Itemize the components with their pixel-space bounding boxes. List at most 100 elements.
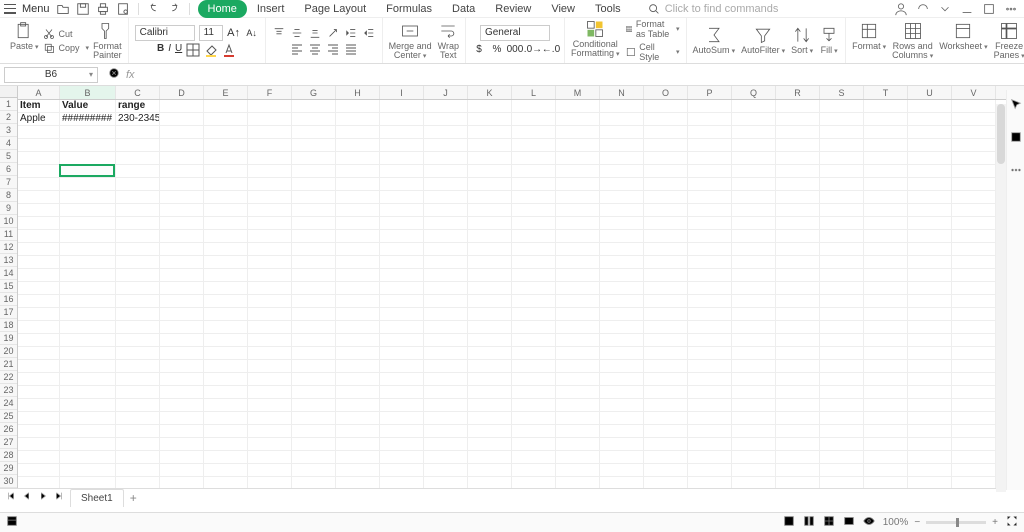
- cell[interactable]: [512, 178, 556, 190]
- cell[interactable]: [336, 451, 380, 463]
- fullscreen-icon[interactable]: [1006, 515, 1018, 530]
- cell[interactable]: [556, 165, 600, 177]
- cell[interactable]: [60, 308, 116, 320]
- column-header[interactable]: G: [292, 86, 336, 99]
- cell[interactable]: [864, 100, 908, 112]
- cell[interactable]: [600, 386, 644, 398]
- cell[interactable]: [336, 477, 380, 488]
- cell[interactable]: [688, 165, 732, 177]
- cell[interactable]: [468, 269, 512, 281]
- cell[interactable]: [864, 347, 908, 359]
- cell[interactable]: [204, 139, 248, 151]
- align-top-icon[interactable]: [272, 26, 286, 40]
- cell[interactable]: [512, 399, 556, 411]
- cell[interactable]: [18, 178, 60, 190]
- cell[interactable]: [644, 152, 688, 164]
- cell[interactable]: [248, 113, 292, 125]
- cell[interactable]: [18, 386, 60, 398]
- cell[interactable]: [160, 256, 204, 268]
- cell[interactable]: [688, 178, 732, 190]
- column-header[interactable]: T: [864, 86, 908, 99]
- cell[interactable]: [18, 139, 60, 151]
- cell[interactable]: [60, 477, 116, 488]
- conditional-formatting-button[interactable]: Conditional Formatting: [571, 19, 620, 62]
- cell[interactable]: [424, 243, 468, 255]
- cell[interactable]: [60, 386, 116, 398]
- tab-next-icon[interactable]: [38, 491, 48, 504]
- decrease-decimal-icon[interactable]: ←.0: [544, 43, 558, 57]
- cell[interactable]: [732, 477, 776, 488]
- cell[interactable]: [468, 178, 512, 190]
- cell[interactable]: [468, 217, 512, 229]
- print-preview-icon[interactable]: [116, 2, 130, 16]
- cell[interactable]: [204, 334, 248, 346]
- cell[interactable]: [160, 100, 204, 112]
- cell[interactable]: [556, 243, 600, 255]
- cell[interactable]: [204, 126, 248, 138]
- view-page-icon[interactable]: [803, 515, 815, 530]
- row-header[interactable]: 4: [0, 137, 17, 150]
- cell[interactable]: [644, 308, 688, 320]
- cell[interactable]: [556, 282, 600, 294]
- cell[interactable]: [908, 165, 952, 177]
- cell[interactable]: [116, 399, 160, 411]
- cell[interactable]: [160, 295, 204, 307]
- cell[interactable]: [204, 113, 248, 125]
- cell[interactable]: [468, 334, 512, 346]
- column-header[interactable]: S: [820, 86, 864, 99]
- cell[interactable]: [512, 347, 556, 359]
- cell[interactable]: [292, 230, 336, 242]
- cell[interactable]: [380, 100, 424, 112]
- cell[interactable]: [248, 438, 292, 450]
- cell[interactable]: [952, 477, 996, 488]
- cell[interactable]: [424, 334, 468, 346]
- cell[interactable]: [732, 217, 776, 229]
- cell[interactable]: [732, 373, 776, 385]
- cell[interactable]: [820, 126, 864, 138]
- cell[interactable]: [18, 230, 60, 242]
- cell[interactable]: [18, 464, 60, 476]
- cell[interactable]: [512, 113, 556, 125]
- cell[interactable]: [424, 451, 468, 463]
- cell[interactable]: [292, 204, 336, 216]
- cell[interactable]: [116, 373, 160, 385]
- cell[interactable]: [732, 412, 776, 424]
- cell[interactable]: [336, 282, 380, 294]
- cell[interactable]: [18, 269, 60, 281]
- row-header[interactable]: 25: [0, 410, 17, 423]
- cell[interactable]: [556, 412, 600, 424]
- cell[interactable]: [732, 152, 776, 164]
- cell-style-button[interactable]: Cell Style: [626, 42, 680, 62]
- cell[interactable]: [732, 113, 776, 125]
- cell[interactable]: [380, 399, 424, 411]
- cell[interactable]: [204, 230, 248, 242]
- cell[interactable]: [776, 373, 820, 385]
- cell[interactable]: [424, 412, 468, 424]
- column-header[interactable]: K: [468, 86, 512, 99]
- cell[interactable]: [776, 282, 820, 294]
- cell[interactable]: [18, 295, 60, 307]
- cell[interactable]: [952, 243, 996, 255]
- row-header[interactable]: 28: [0, 449, 17, 462]
- cell[interactable]: [908, 295, 952, 307]
- cell[interactable]: [292, 360, 336, 372]
- cell[interactable]: [644, 256, 688, 268]
- cell[interactable]: [60, 191, 116, 203]
- cell[interactable]: [248, 204, 292, 216]
- bold-button[interactable]: B: [157, 43, 164, 57]
- cell[interactable]: [908, 373, 952, 385]
- cell[interactable]: [864, 373, 908, 385]
- cell[interactable]: [644, 126, 688, 138]
- tab-insert[interactable]: Insert: [247, 0, 295, 18]
- cell[interactable]: [336, 230, 380, 242]
- tab-last-icon[interactable]: [54, 491, 64, 504]
- row-header[interactable]: 15: [0, 280, 17, 293]
- cell[interactable]: [18, 425, 60, 437]
- cell[interactable]: [512, 321, 556, 333]
- cell[interactable]: [908, 334, 952, 346]
- row-header[interactable]: 30: [0, 475, 17, 488]
- column-header[interactable]: H: [336, 86, 380, 99]
- cell[interactable]: [952, 386, 996, 398]
- cell[interactable]: [512, 412, 556, 424]
- cell[interactable]: [292, 165, 336, 177]
